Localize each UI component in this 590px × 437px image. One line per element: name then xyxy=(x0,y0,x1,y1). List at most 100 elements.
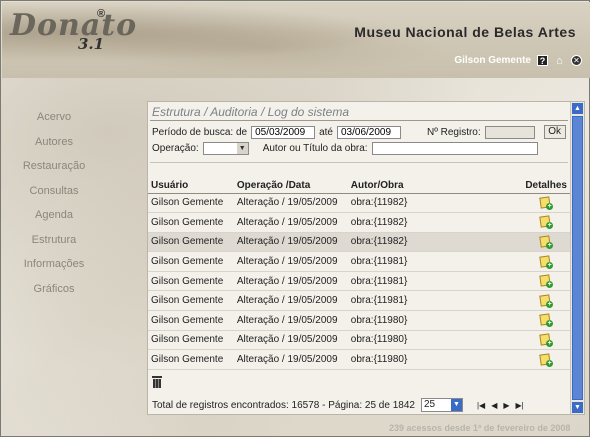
app-logo: Donato xyxy=(10,8,138,43)
trash-icon[interactable] xyxy=(152,376,162,388)
date-from-input[interactable] xyxy=(251,125,316,139)
sidebar-item-estrutura[interactable]: Estrutura xyxy=(11,232,97,257)
cell-operacao: Alteração / 19/05/2009 xyxy=(233,290,348,312)
cell-detalhes: + xyxy=(522,349,570,370)
table-row[interactable]: Gilson Gemente Alteração / 19/05/2009 ob… xyxy=(148,290,570,312)
column-header-usuario[interactable]: Usuário xyxy=(148,178,234,194)
title-divider xyxy=(150,120,568,121)
cell-detalhes: + xyxy=(522,193,570,214)
ok-button[interactable]: Ok xyxy=(543,125,566,139)
scroll-up-icon[interactable]: ▲ xyxy=(572,103,583,114)
details-icon[interactable]: + xyxy=(539,352,554,367)
chevron-down-icon: ▼ xyxy=(236,143,248,154)
help-icon[interactable]: ? xyxy=(537,55,548,66)
log-table: Usuário Operação /Data Autor/Obra Detalh… xyxy=(148,178,570,370)
cell-operacao: Alteração / 19/05/2009 xyxy=(233,310,348,331)
app-window: Donato ® 3.1 Museu Nacional de Belas Art… xyxy=(0,0,590,437)
cell-usuario: Gilson Gemente xyxy=(148,251,234,272)
details-icon[interactable]: + xyxy=(539,333,554,347)
cell-obra: obra:{11980} xyxy=(347,330,523,351)
date-to-input[interactable] xyxy=(336,125,401,139)
sidebar-item-consultas[interactable]: Consultas xyxy=(11,183,97,208)
registro-label: Nº Registro: xyxy=(426,126,481,138)
autor-obra-input[interactable] xyxy=(371,142,538,155)
cell-detalhes: + xyxy=(522,271,570,292)
details-icon[interactable]: + xyxy=(539,196,554,210)
username: Gilson Gemente xyxy=(454,55,531,66)
operacao-label: Operação: xyxy=(152,143,199,154)
sidebar-nav: Acervo Autores Restauração Consultas Age… xyxy=(11,109,97,305)
cell-operacao: Alteração / 19/05/2009 xyxy=(233,330,348,351)
vertical-scrollbar[interactable]: ▲ ▼ xyxy=(570,102,584,414)
table-row-selected[interactable]: Gilson Gemente Alteração / 19/05/2009 ob… xyxy=(148,232,570,253)
close-icon[interactable]: ✕ xyxy=(571,55,582,66)
cell-obra: obra:{11982} xyxy=(347,193,523,214)
table-row[interactable]: Gilson Gemente Alteração / 19/05/2009 ob… xyxy=(148,212,570,233)
cell-obra: obra:{11982} xyxy=(347,212,523,233)
cell-detalhes: + xyxy=(522,232,570,253)
table-footer: Total de registros encontrados: 16578 - … xyxy=(152,398,524,412)
sidebar-item-informacoes[interactable]: Informações xyxy=(11,256,97,281)
logo-registered-mark: ® xyxy=(97,8,106,20)
details-icon[interactable]: + xyxy=(539,235,554,249)
sidebar-item-autores[interactable]: Autores xyxy=(11,134,97,159)
filter-row-operation: Operação: ▼ Autor ou Título da obra: xyxy=(152,142,538,155)
page-size-select[interactable]: 25 ▼ xyxy=(420,398,463,412)
cell-operacao: Alteração / 19/05/2009 xyxy=(233,212,348,233)
first-page-icon[interactable]: |◀ xyxy=(477,401,485,410)
home-icon[interactable]: ⌂ xyxy=(554,55,565,67)
operacao-select[interactable]: ▼ xyxy=(202,142,249,155)
sidebar-item-restauracao[interactable]: Restauração xyxy=(11,158,97,183)
cell-obra: obra:{11981} xyxy=(347,251,523,272)
last-page-icon[interactable]: ▶| xyxy=(516,401,524,410)
cell-detalhes: + xyxy=(522,310,570,331)
filter-row-period: Período de busca: de até Nº Registro: Ok xyxy=(152,125,566,139)
details-icon[interactable]: + xyxy=(539,274,554,289)
table-row[interactable]: Gilson Gemente Alteração / 19/05/2009 ob… xyxy=(148,251,570,272)
sidebar-item-graficos[interactable]: Gráficos xyxy=(11,281,97,306)
table-row[interactable]: Gilson Gemente Alteração / 19/05/2009 ob… xyxy=(148,310,570,331)
cell-detalhes: + xyxy=(522,330,570,351)
ate-label: até xyxy=(319,126,333,138)
cell-usuario: Gilson Gemente xyxy=(148,271,234,292)
scroll-down-icon[interactable]: ▼ xyxy=(572,402,583,413)
sidebar-item-acervo[interactable]: Acervo xyxy=(11,109,97,134)
user-bar: Gilson Gemente ? ⌂ ✕ xyxy=(454,55,582,67)
page-size-value: 25 xyxy=(423,399,436,410)
column-header-operacao[interactable]: Operação /Data xyxy=(233,178,348,194)
cell-operacao: Alteração / 19/05/2009 xyxy=(233,193,348,214)
autor-label: Autor ou Título da obra: xyxy=(262,143,368,154)
details-icon[interactable]: + xyxy=(539,254,554,269)
cell-usuario: Gilson Gemente xyxy=(148,193,234,214)
cell-usuario: Gilson Gemente xyxy=(148,310,234,331)
scroll-thumb[interactable] xyxy=(572,116,583,400)
cell-usuario: Gilson Gemente xyxy=(148,330,234,351)
chevron-down-icon: ▼ xyxy=(450,399,462,411)
details-icon[interactable]: + xyxy=(539,313,554,328)
header: Donato ® 3.1 Museu Nacional de Belas Art… xyxy=(2,2,590,78)
next-page-icon[interactable]: ▶ xyxy=(503,401,509,410)
table-row[interactable]: Gilson Gemente Alteração / 19/05/2009 ob… xyxy=(148,349,570,370)
table-row[interactable]: Gilson Gemente Alteração / 19/05/2009 ob… xyxy=(148,193,570,214)
details-icon[interactable]: + xyxy=(539,294,554,308)
cell-usuario: Gilson Gemente xyxy=(148,212,234,233)
cell-obra: obra:{11981} xyxy=(347,271,523,292)
table-header-row: Usuário Operação /Data Autor/Obra Detalh… xyxy=(148,178,570,194)
cell-obra: obra:{11980} xyxy=(347,310,523,331)
column-header-autor-obra[interactable]: Autor/Obra xyxy=(347,178,523,194)
cell-operacao: Alteração / 19/05/2009 xyxy=(233,349,348,370)
details-icon[interactable]: + xyxy=(539,215,554,230)
cell-usuario: Gilson Gemente xyxy=(148,290,234,312)
cell-obra: obra:{11980} xyxy=(347,349,523,370)
sidebar-item-agenda[interactable]: Agenda xyxy=(11,207,97,232)
table-row[interactable]: Gilson Gemente Alteração / 19/05/2009 ob… xyxy=(148,271,570,292)
cell-obra: obra:{11981} xyxy=(347,290,523,312)
breadcrumb: Estrutura / Auditoria / Log do sistema xyxy=(152,105,349,119)
form-divider xyxy=(150,162,568,163)
log-panel: Estrutura / Auditoria / Log do sistema P… xyxy=(147,101,585,415)
prev-page-icon[interactable]: ◀ xyxy=(491,401,497,410)
logo-version: 3.1 xyxy=(78,35,105,53)
cell-detalhes: + xyxy=(522,212,570,233)
registro-input[interactable] xyxy=(484,125,535,139)
table-row[interactable]: Gilson Gemente Alteração / 19/05/2009 ob… xyxy=(148,330,570,351)
